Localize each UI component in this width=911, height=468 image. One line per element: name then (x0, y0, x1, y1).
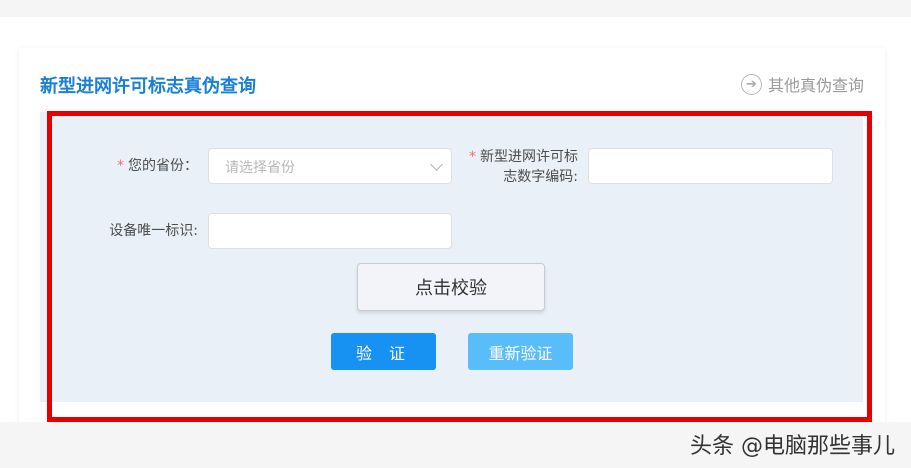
top-band (0, 0, 911, 17)
code-input[interactable] (588, 148, 833, 184)
arrow-right-circle-icon: ➔ (740, 73, 762, 95)
other-query-link[interactable]: ➔ 其他真伪查询 (740, 72, 864, 96)
province-label-text: 您的省份： (128, 158, 198, 174)
verify-button[interactable]: 验 证 (331, 333, 436, 370)
device-id-input[interactable] (208, 213, 452, 249)
required-mark: * (117, 158, 124, 174)
check-button[interactable]: 点击校验 (357, 263, 545, 311)
device-id-label: 设备唯一标识: (109, 223, 198, 239)
code-label: * 新型进网许可标 志数字编码: (456, 147, 578, 187)
page-title: 新型进网许可标志真伪查询 (40, 76, 256, 97)
watermark-text: 头条 @电脑那些事儿 (690, 434, 895, 459)
province-select[interactable]: 请选择省份 (208, 148, 452, 184)
other-query-label: 其他真伪查询 (767, 76, 864, 95)
chevron-down-icon (430, 158, 443, 171)
reverify-button[interactable]: 重新验证 (468, 333, 573, 370)
province-placeholder: 请选择省份 (225, 160, 295, 176)
required-mark: * (469, 149, 476, 165)
code-label-line2: 志数字编码: (503, 169, 578, 185)
code-label-line1: 新型进网许可标 (480, 149, 578, 165)
province-label: * 您的省份： (100, 156, 198, 176)
